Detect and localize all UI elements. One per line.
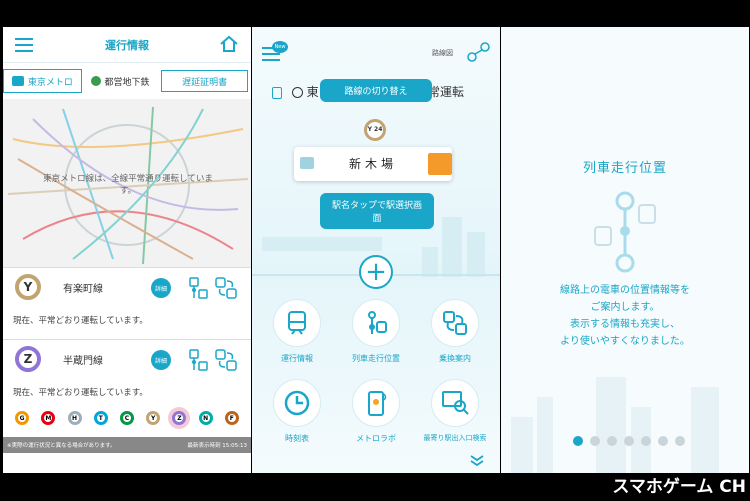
train-info-screen: 運行情報 東京メトロ 都営地下鉄 遅延証明書 東京メトロ線は、全線平常通り運転し… <box>3 27 251 473</box>
site-watermark: スマホゲーム CH <box>612 477 746 497</box>
line-chip-m[interactable]: M <box>41 411 56 425</box>
footer-note: ※実際の運行状況と異なる場合があります。 最新表示時刻 15:05:13 <box>3 437 251 453</box>
line-chip-f[interactable]: F <box>224 411 239 425</box>
train-position-icon <box>594 191 656 273</box>
menu-icon-circle <box>352 299 400 347</box>
menu-train-position[interactable]: 列車走行位置 <box>341 299 411 364</box>
line-chip-g[interactable]: G <box>15 411 30 425</box>
train-position-icon <box>368 311 387 334</box>
tooltip-switch-line: 路線の切り替え <box>320 79 432 102</box>
line-station-badge[interactable]: Y 24 <box>364 119 386 141</box>
chevron-down-icon[interactable] <box>470 455 484 467</box>
page-dot[interactable] <box>624 436 634 446</box>
page-title: 運行情報 <box>105 39 149 52</box>
description-line: 表示する情報も充実し、 <box>570 319 680 330</box>
line-status: 現在、平常どおり運転しています。 <box>13 316 148 326</box>
weather-icon[interactable] <box>428 153 452 175</box>
description-line: ご案内します。 <box>590 302 660 313</box>
menu-icon-circle <box>431 299 479 347</box>
page-indicator <box>573 436 685 446</box>
map-status-message: 東京メトロ線は、全線平常通り運転しています。 <box>43 174 213 196</box>
line-chip-h[interactable]: H <box>67 411 82 425</box>
transfer-icon[interactable] <box>215 276 237 300</box>
operator-tabs: 東京メトロ 都営地下鉄 遅延証明書 <box>3 69 251 93</box>
page-dot[interactable] <box>573 436 583 446</box>
tab-label: 遅延証明書 <box>182 77 228 88</box>
line-badge-z: Z <box>15 346 41 372</box>
menu-label: メトロラボ <box>356 434 396 443</box>
menu-metro-lab[interactable]: メトロラボ <box>341 379 411 444</box>
train-icon <box>272 86 282 99</box>
line-selector-strip: G M H T C Y Z N F <box>3 399 251 437</box>
tab-label: 都営地下鉄 <box>104 77 150 88</box>
home-screen: New 路線図 東 常運転 路線の切り替え Y 24 新木場 駅名タップで駅選択… <box>252 27 500 473</box>
disclaimer: ※実際の運行状況と異なる場合があります。 <box>7 443 116 449</box>
transfer-icon <box>443 311 467 335</box>
route-map-label: 路線図 <box>432 49 453 57</box>
line-chip-n[interactable]: N <box>198 411 213 425</box>
tab-toei[interactable]: 都営地下鉄 <box>82 69 159 93</box>
menu-train-info[interactable]: 運行情報 <box>262 299 332 364</box>
header-left-text: 東 <box>306 85 319 99</box>
detail-button[interactable]: 詳細 <box>151 350 171 370</box>
menu-icon-circle <box>273 379 321 427</box>
toei-logo-icon <box>90 76 101 86</box>
transfer-icon[interactable] <box>215 348 237 372</box>
menu-icon-circle <box>273 299 321 347</box>
page-dot[interactable] <box>590 436 600 446</box>
radio-icon[interactable] <box>291 87 303 98</box>
clock-icon <box>284 390 310 416</box>
menu-exit-search[interactable]: 最寄り駅出入口検索 <box>420 379 490 443</box>
add-button[interactable]: + <box>359 255 393 289</box>
line-chip-y[interactable]: Y <box>146 411 161 425</box>
page-dot[interactable] <box>641 436 651 446</box>
line-status: 現在、平常どおり運転しています。 <box>13 388 148 398</box>
menu-label: 運行情報 <box>281 354 313 363</box>
header-bar: 運行情報 <box>3 27 251 63</box>
menu-label: 列車走行位置 <box>352 354 400 363</box>
line-chip-c[interactable]: C <box>119 411 134 425</box>
route-map-icon[interactable] <box>466 41 492 63</box>
network-map[interactable]: 東京メトロ線は、全線平常通り運転しています。 <box>3 99 251 267</box>
menu-label: 最寄り駅出入口検索 <box>423 434 487 442</box>
line-chip-z[interactable]: Z <box>172 411 187 425</box>
line-name: 有楽町線 <box>63 284 103 295</box>
line-name: 半蔵門線 <box>63 356 103 367</box>
tab-delay-certificate[interactable]: 遅延証明書 <box>161 70 249 92</box>
tab-tokyo-metro[interactable]: 東京メトロ <box>3 69 82 93</box>
line-chip-t[interactable]: T <box>93 411 108 425</box>
description-line: より使いやすくなりました。 <box>560 336 690 347</box>
station-header: 東 <box>272 83 319 100</box>
feature-description: 線路上の電車の位置情報等を ご案内します。 表示する情報も充実し、 より使いやす… <box>501 282 749 350</box>
header-status-text: 常運転 <box>428 85 465 99</box>
tab-label: 東京メトロ <box>27 77 73 88</box>
page-dot[interactable] <box>607 436 617 446</box>
feature-title: 列車走行位置 <box>582 161 667 176</box>
description-line: 線路上の電車の位置情報等を <box>560 285 690 296</box>
menu-icon-circle <box>431 379 479 427</box>
home-icon[interactable] <box>219 35 239 53</box>
menu-label: 時刻表 <box>285 434 309 443</box>
menu-timetable[interactable]: 時刻表 <box>262 379 332 444</box>
new-badge: New <box>272 41 288 53</box>
exit-icon <box>442 391 469 415</box>
menu-label: 乗換案内 <box>439 354 471 363</box>
metro-logo-icon <box>11 76 24 86</box>
detail-button[interactable]: 詳細 <box>151 278 171 298</box>
menu-transfer[interactable]: 乗換案内 <box>420 299 490 364</box>
menu-icon-circle <box>352 379 400 427</box>
smartphone-icon <box>368 391 387 416</box>
feature-intro-screen: 列車走行位置 線路上の電車の位置情報等を ご案内します。 表示する情報も充実し、… <box>501 27 749 473</box>
background-buildings <box>511 377 719 473</box>
train-icon <box>288 311 306 335</box>
updated-time: 最新表示時刻 15:05:13 <box>187 443 247 449</box>
line-badge-y: Y <box>15 274 41 300</box>
train-position-icon[interactable] <box>187 276 209 300</box>
train-position-icon[interactable] <box>187 348 209 372</box>
line-row-yurakucho[interactable]: Y 有楽町線 詳細 現在、平常どおり運転しています。 <box>3 267 251 339</box>
page-dot[interactable] <box>675 436 685 446</box>
page-dot[interactable] <box>658 436 668 446</box>
